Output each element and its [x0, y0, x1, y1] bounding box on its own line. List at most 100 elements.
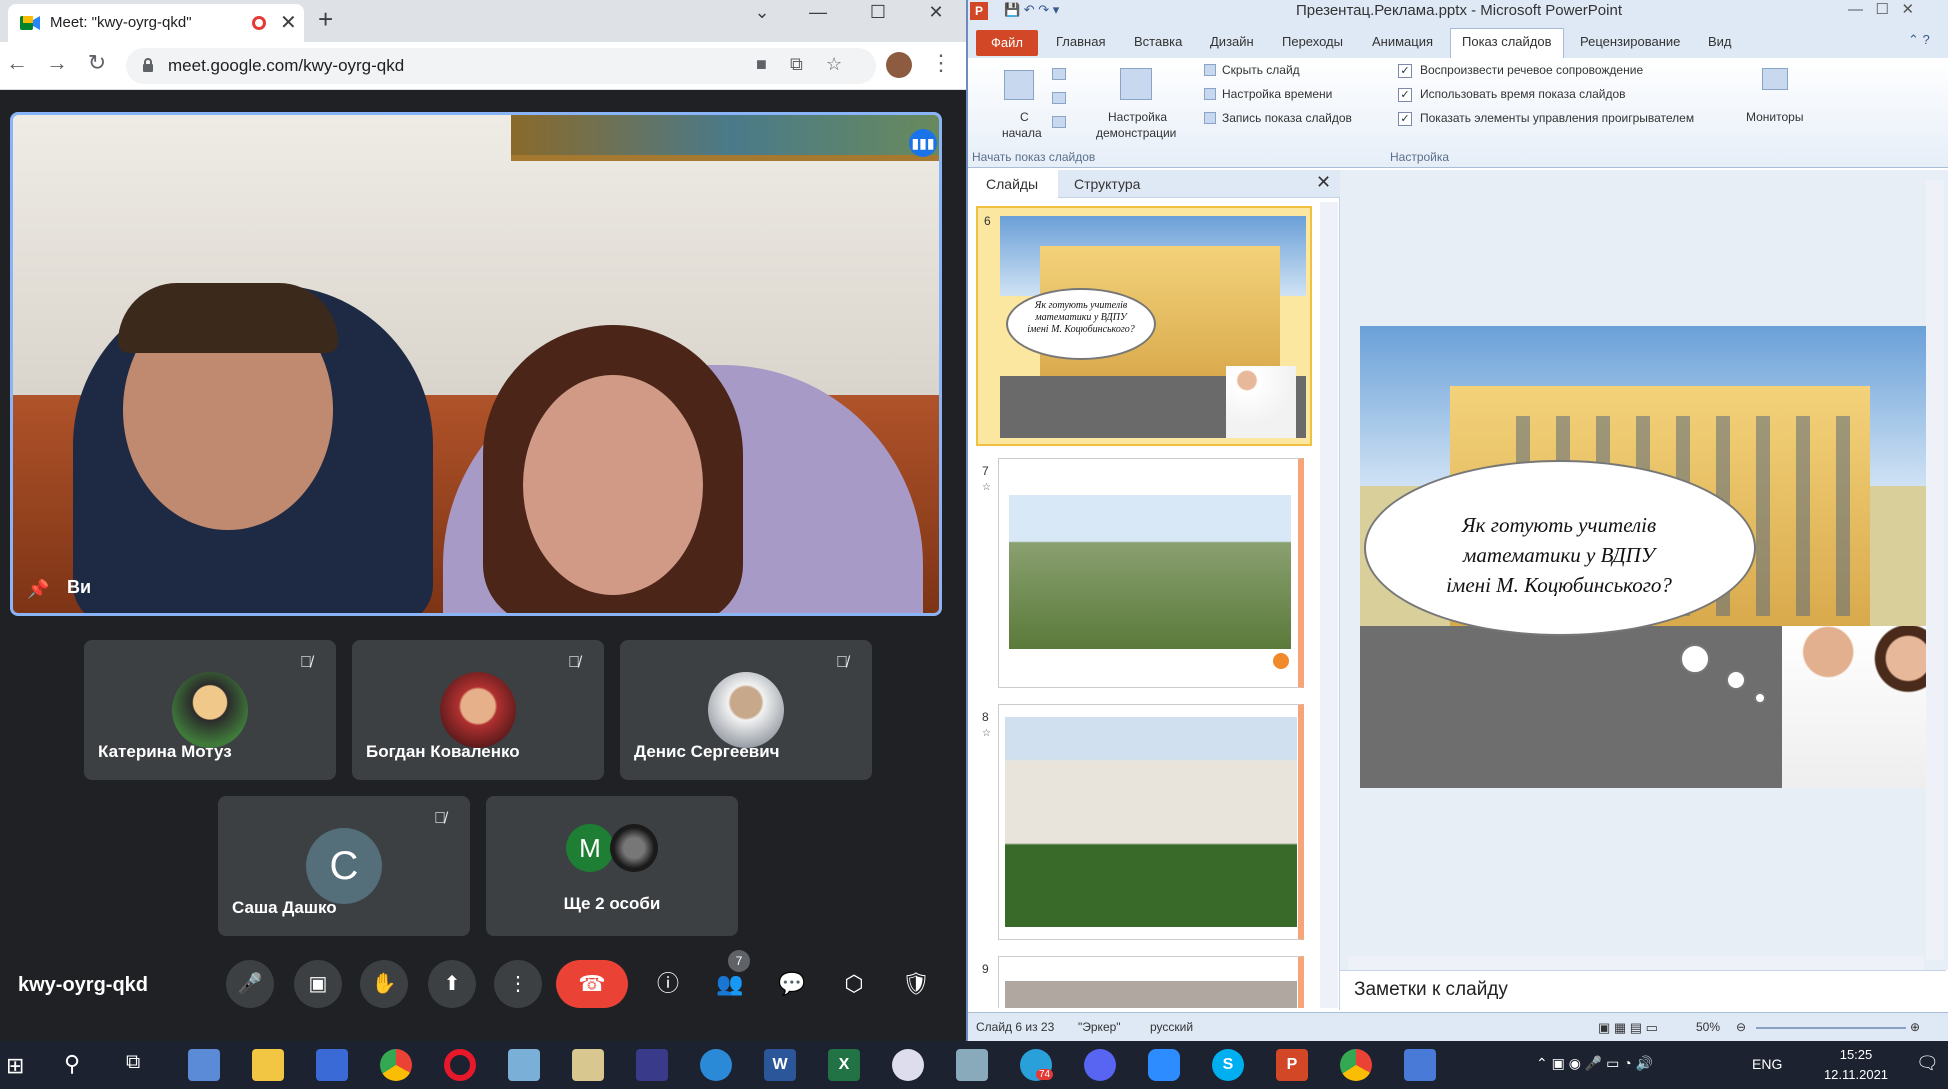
slide-thumbnail[interactable]: 7 ☆ — [976, 458, 1312, 688]
app-icon[interactable] — [572, 1049, 604, 1081]
input-language[interactable]: ENG — [1752, 1056, 1782, 1072]
opera-icon[interactable] — [444, 1049, 476, 1081]
microphone-icon[interactable]: 🎤 — [226, 960, 274, 1008]
word-icon[interactable]: W — [764, 1049, 796, 1081]
tab-view[interactable]: Вид — [1708, 34, 1732, 49]
browser-tab[interactable]: Meet: "kwy-oyrg-qkd" ✕ — [8, 4, 304, 42]
pane-close-icon[interactable]: ✕ — [1316, 172, 1331, 193]
app-icon[interactable] — [508, 1049, 540, 1081]
bookmark-star-icon[interactable]: ☆ — [826, 54, 842, 75]
current-slide-icon[interactable] — [1052, 68, 1066, 80]
show-media-checkbox[interactable]: ✓ — [1398, 112, 1412, 126]
tab-close-icon[interactable]: ✕ — [280, 10, 297, 35]
camera-status-icon[interactable]: ■ — [756, 54, 767, 75]
host-controls-icon[interactable]: 🛡 — [896, 960, 936, 1008]
tab-home[interactable]: Главная — [1056, 34, 1105, 49]
task-view-icon[interactable]: ⧉ — [126, 1051, 140, 1074]
setup-show-label-1[interactable]: Настройка — [1108, 110, 1167, 124]
new-tab-button[interactable]: + — [318, 4, 333, 35]
end-call-button[interactable]: ☎ — [556, 960, 628, 1008]
url-field[interactable]: meet.google.com/kwy-oyrg-qkd ■ ⧉ ☆ — [126, 48, 876, 84]
app-icon[interactable] — [956, 1049, 988, 1081]
tab-outline[interactable]: Структура — [1074, 176, 1140, 192]
setup-show-label-2[interactable]: демонстрации — [1096, 126, 1176, 140]
discord-icon[interactable] — [1084, 1049, 1116, 1081]
tab-file[interactable]: Файл — [976, 30, 1038, 56]
self-video-tile[interactable]: ▮▮▮ 📌 Ви — [10, 112, 942, 616]
pane-scrollbar[interactable] — [1320, 202, 1338, 1008]
hide-slide-button[interactable]: Скрыть слайд — [1222, 63, 1300, 77]
maximize-icon[interactable]: ☐ — [858, 2, 898, 23]
window-close-icon[interactable]: ✕ — [916, 2, 956, 23]
editor-vertical-scrollbar[interactable] — [1926, 180, 1944, 960]
zoom-in-icon[interactable]: ⊕ — [1910, 1020, 1920, 1034]
slide-thumbnail-selected[interactable]: 6 Як готують учителів математики у ВДПУ ім… — [976, 206, 1312, 446]
current-slide[interactable]: Як готують учителів математики у ВДПУ імен… — [1360, 326, 1936, 788]
theme-name[interactable]: "Эркер" — [1078, 1020, 1121, 1034]
from-start-label-2[interactable]: начала — [1002, 126, 1042, 140]
tab-search-icon[interactable]: ⌄ — [742, 2, 782, 23]
meeting-details-icon[interactable]: ⓘ — [648, 960, 688, 1008]
tab-slideshow[interactable]: Показ слайдов — [1462, 34, 1552, 49]
translate-icon[interactable]: ⧉ — [790, 54, 803, 75]
powerpoint-taskbar-icon[interactable]: P — [1276, 1049, 1308, 1081]
excel-icon[interactable]: X — [828, 1049, 860, 1081]
tab-transitions[interactable]: Переходы — [1282, 34, 1343, 49]
record-show-button[interactable]: Запись показа слайдов — [1222, 111, 1352, 125]
more-options-icon[interactable]: ⋮ — [494, 960, 542, 1008]
chat-icon[interactable]: 💬 — [772, 960, 812, 1008]
slide-thumbnail[interactable]: 8 ☆ — [976, 704, 1312, 940]
zoom-slider[interactable] — [1756, 1027, 1906, 1029]
from-start-label-1[interactable]: С — [1020, 110, 1029, 124]
notifications-icon[interactable]: 🗨 — [1916, 1053, 1939, 1074]
participant-tile[interactable]: 🎙̸ Богдан Коваленко — [352, 640, 604, 780]
app-icon[interactable] — [636, 1049, 668, 1081]
tab-slides[interactable]: Слайды — [986, 176, 1038, 192]
chrome-icon[interactable] — [380, 1049, 412, 1081]
browser-menu-icon[interactable]: ⋮ — [930, 50, 952, 76]
slide-thumbnail[interactable]: 9 — [976, 956, 1312, 1008]
skype-icon[interactable]: S — [1212, 1049, 1244, 1081]
minimize-icon[interactable]: — — [798, 2, 838, 23]
system-tray-icons[interactable]: ⌃ ▣ ◉ 🎤 ▭ ◔ 🔊 — [1536, 1055, 1653, 1072]
activities-icon[interactable]: ⬡ — [834, 960, 874, 1008]
app-icon[interactable] — [892, 1049, 924, 1081]
play-narration-checkbox[interactable]: ✓ — [1398, 64, 1412, 78]
clock[interactable]: 15:25 12.11.2021 — [1806, 1045, 1906, 1085]
app-icon[interactable] — [1404, 1049, 1436, 1081]
broadcast-icon[interactable] — [1052, 92, 1066, 104]
present-screen-icon[interactable]: ⬆ — [428, 960, 476, 1008]
notepad-icon[interactable] — [188, 1049, 220, 1081]
raise-hand-icon[interactable]: ✋ — [360, 960, 408, 1008]
window-controls[interactable]: — ☐ ✕ — [1848, 0, 1914, 18]
language[interactable]: русский — [1150, 1020, 1193, 1034]
reload-icon[interactable]: ↻ — [82, 50, 112, 76]
chrome-active-icon[interactable] — [1340, 1049, 1372, 1081]
camera-icon[interactable]: ▣ — [294, 960, 342, 1008]
forward-icon[interactable]: → — [42, 50, 72, 76]
zoom-out-icon[interactable]: ⊖ — [1736, 1020, 1746, 1034]
participant-tile[interactable]: 🎙̸ Денис Сергеевич — [620, 640, 872, 780]
view-buttons[interactable]: ▣ ▦ ▤ ▭ — [1598, 1020, 1658, 1036]
participant-tile[interactable]: 🎙̸ Катерина Мотуз — [84, 640, 336, 780]
tab-animations[interactable]: Анимация — [1372, 34, 1433, 49]
tab-insert[interactable]: Вставка — [1134, 34, 1182, 49]
zoom-icon[interactable] — [1148, 1049, 1180, 1081]
help-icon[interactable]: ⌃ ? — [1908, 32, 1930, 48]
app-icon[interactable] — [700, 1049, 732, 1081]
custom-show-icon[interactable] — [1052, 116, 1066, 128]
more-participants-tile[interactable]: М Ще 2 особи — [486, 796, 738, 936]
file-explorer-icon[interactable] — [252, 1049, 284, 1081]
rehearse-timings-button[interactable]: Настройка времени — [1222, 87, 1332, 101]
use-timings-checkbox[interactable]: ✓ — [1398, 88, 1412, 102]
participant-tile[interactable]: С 🎙̸ Саша Дашко — [218, 796, 470, 936]
back-icon[interactable]: ← — [2, 50, 32, 76]
pin-icon[interactable]: 📌 — [27, 579, 49, 600]
profile-avatar[interactable] — [886, 52, 912, 78]
zoom-level[interactable]: 50% — [1696, 1020, 1720, 1034]
search-icon[interactable]: ⚲ — [64, 1051, 80, 1077]
notes-pane[interactable]: Заметки к слайду — [1340, 970, 1946, 1010]
monitors-button[interactable]: Мониторы — [1746, 110, 1803, 124]
save-app-icon[interactable] — [316, 1049, 348, 1081]
tab-review[interactable]: Рецензирование — [1580, 34, 1680, 49]
